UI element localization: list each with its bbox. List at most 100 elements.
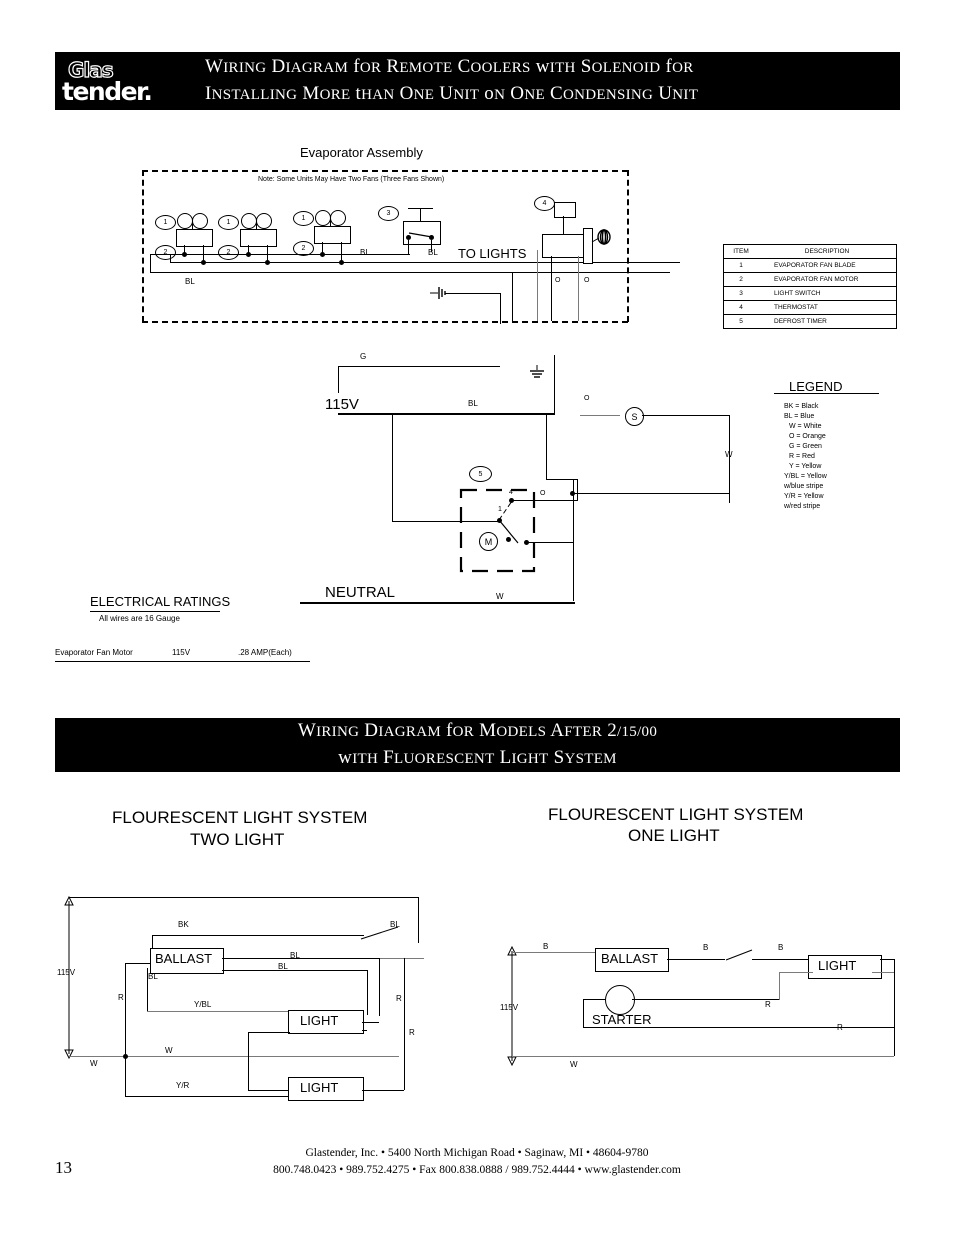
timer-motor-symbol: M [479,532,498,551]
table-cell-description: THERMOSTAT [758,300,896,315]
electrical-ratings-subtitle: All wires are 16 Gauge [99,614,180,623]
supply-line-115v [338,413,555,415]
legend-entry: W = White [789,423,822,430]
table-row: 4 THERMOSTAT [724,300,896,315]
fan-blade-icon-2 [241,213,272,230]
table-cell-description: EVAPORATOR FAN MOTOR [758,272,896,287]
legend-entry: O = Orange [789,433,826,440]
label-115v-supply: 115V [325,396,359,413]
legend-entry: w/blue stripe [784,483,824,490]
one-light-title-line1: FLOURESCENT LIGHT SYSTEM [548,805,804,824]
table-cell-description: DEFROST TIMER [758,314,896,328]
electrical-ratings-underline [90,611,220,612]
two-light-top-rail [69,897,419,898]
label-r-left: R [118,993,124,1002]
label-bl-switch-left: BL [360,248,370,257]
thermostat-body [542,234,588,258]
voltage-arrow-two-light [64,895,74,1060]
label-w-left: W [90,1059,98,1068]
starter-label: STARTER [592,1012,652,1027]
label-o-left: O [555,277,561,284]
label-o-right: O [584,277,590,284]
legend-entry: Y = Yellow [789,463,822,470]
callout-balloon-5: 5 [469,466,492,482]
fan-blade-icon-1 [177,213,208,230]
fan-bus-line-mid [170,262,680,263]
item-description-table: ITEM DESCRIPTION 1 EVAPORATOR FAN BLADE … [723,244,897,329]
footer: Glastender, Inc. • 5400 North Michigan R… [0,1145,954,1179]
table-cell-description: EVAPORATOR FAN BLADE [758,258,896,273]
one-light-neutral-rail [512,1056,894,1057]
evaporator-enclosure-right [627,170,629,322]
header-title-line2: INSTALLING MORE tHAN ONE UNIT oN ONE CON… [205,83,699,104]
table-cell-item: 4 [724,300,758,315]
legend-entry: BK = Black [784,403,819,410]
table-header-item: ITEM [733,248,749,255]
fan-bus-line-bottom [150,272,670,273]
table-row: 1 EVAPORATOR FAN BLADE [724,258,896,273]
callout-balloon-2b: 2 [218,245,239,260]
two-light-title-line1: FLOURESCENT LIGHT SYSTEM [112,808,368,827]
legend-entry: G = Green [789,443,822,450]
neutral-line [300,602,575,604]
table-cell-item: 3 [724,286,758,301]
fan-motor-2 [240,229,277,247]
label-to-lights: TO LIGHTS [458,246,527,261]
label-115v-one-light: 115V [500,1003,519,1012]
legend-entry: Y/R = Yellow [784,493,824,500]
legend-entry: Y/BL = Yellow [784,473,827,480]
legend-entries: BK = Black BL = Blue W = White O = Orang… [784,402,827,512]
callout-balloon-1c: 1 [293,211,314,226]
thermostat-knob [554,202,576,218]
label-r-bottom-one: R [837,1023,843,1032]
label-g-ground: G [360,352,367,361]
label-o-timer: O [540,490,546,497]
two-light-bk-wire [152,935,364,936]
legend-entry: BL = Blue [784,413,815,420]
table-header-row: ITEM DESCRIPTION [724,245,896,259]
callout-balloon-4: 4 [534,196,555,211]
table-row: 5 DEFROST TIMER [724,314,896,328]
footer-address: Glastender, Inc. • 5400 North Michigan R… [305,1147,649,1159]
table-cell-description: LIGHT SWITCH [758,286,896,301]
legend-title: LEGEND [789,379,843,394]
footer-contact: 800.748.0423 • 989.752.4275 • Fax 800.83… [273,1164,681,1176]
banner2-title: WIRING DIAGRAM fOR MODELS AFTER 2/15/00 … [298,718,657,772]
label-bl-main: BL [468,399,478,408]
table-cell-item: 1 [724,258,758,273]
label-r-right: R [409,1028,415,1037]
header-title-line1: WIRING DIAGRAM fOR REMOTE COOLERS wITH S… [205,56,694,77]
legend-underline [774,393,879,394]
logo-bottom-text: tender. [62,76,153,106]
ratings-underline [55,661,310,662]
label-w-right: W [725,450,733,459]
ballast-label-one-light: BALLAST [601,951,659,966]
label-b-right: B [778,943,784,952]
one-light-switch-icon [725,949,753,961]
rating-current: .28 AMP(Each) [238,648,292,657]
callout-balloon-1a: 1 [155,215,176,230]
two-light-neutral-rail [69,1056,399,1057]
ballast-label-two-light: BALLAST [155,951,213,966]
fan-motor-3 [314,226,351,244]
label-y-r: Y/R [176,1081,190,1090]
fluorescent-section-banner: WIRING DIAGRAM fOR MODELS AFTER 2/15/00 … [55,718,900,772]
rating-component: Evaporator Fan Motor [55,648,133,657]
junction-dot [123,1054,128,1059]
banner2-title-line2: wITH FLUORESCENT LIGHT SYSTEM [338,747,617,768]
label-bl-switch-right: BL [428,248,438,257]
callout-balloon-3: 3 [378,206,399,221]
electrical-ratings-title: ELECTRICAL RATINGS [90,594,231,609]
solenoid-symbol: S [625,407,644,426]
label-r-mid-one: R [765,1000,771,1009]
starter-symbol [605,985,635,1015]
label-r-mid: R [396,994,402,1003]
callout-balloon-2a: 2 [155,245,176,260]
table-row: 2 EVAPORATOR FAN MOTOR [724,272,896,287]
table-cell-item: 2 [724,272,758,287]
fan-motor-1 [176,229,213,247]
banner2-title-line1: WIRING DIAGRAM fOR MODELS AFTER 2/15/00 [297,720,658,741]
label-bl-bus: BL [185,277,195,286]
label-bl-switch: BL [390,920,400,929]
label-w-mid: W [165,1046,173,1055]
